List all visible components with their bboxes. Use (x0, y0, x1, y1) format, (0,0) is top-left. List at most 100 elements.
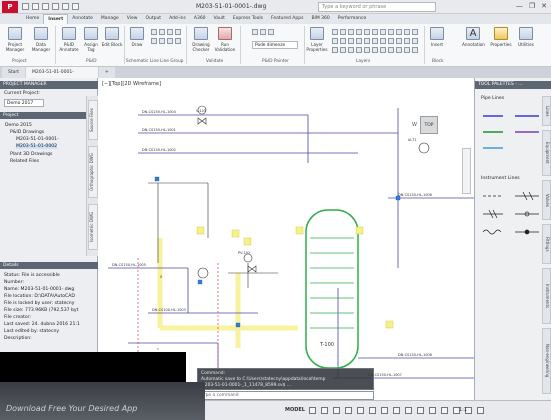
draw-line-icon (130, 27, 144, 40)
ribbon-panel: Project Manager Data Manager P&ID Annota… (0, 24, 551, 67)
redo-icon[interactable] (62, 3, 69, 10)
tree-item-related-files[interactable]: Related Files (10, 159, 39, 164)
instrument-line-tools[interactable] (479, 186, 543, 246)
tab-view[interactable]: View (123, 14, 142, 24)
model-space-button[interactable]: MODEL (285, 407, 305, 413)
plot-icon[interactable] (72, 3, 79, 10)
polar-icon[interactable] (345, 407, 352, 414)
isolate-icon[interactable] (441, 407, 448, 414)
redaction-box (0, 352, 186, 382)
assign-tag-button[interactable]: Assign Tag (80, 27, 102, 52)
command-input[interactable]: Type a command (197, 391, 374, 400)
line-group-tools (151, 29, 181, 35)
doc-tab-start[interactable]: Start (2, 67, 25, 78)
doc-tab-drawing[interactable]: M203-51-01-0001- (26, 67, 98, 78)
palette-tab-fittings[interactable]: Fittings (542, 224, 551, 264)
selection-cycling-icon[interactable] (405, 407, 412, 414)
maximize-button[interactable]: ❐ (529, 2, 535, 10)
data-manager-button[interactable]: Data Manager (30, 27, 52, 52)
workspace-icon[interactable] (429, 407, 436, 414)
tree-item-drawing-2[interactable]: M203-51-01-0002 (16, 144, 58, 149)
tree-item-pid-drawings[interactable]: P&ID Drawings (10, 130, 44, 135)
snap-icon[interactable] (321, 407, 328, 414)
viewcube-top-face[interactable]: TOP (420, 116, 438, 134)
detail-creator: File creator: (4, 315, 32, 320)
palette-tab-instruments[interactable]: Instruments (542, 268, 551, 324)
tab-featured-apps[interactable]: Featured Apps (267, 14, 307, 24)
current-project-select[interactable]: Demo 2017 (4, 99, 44, 107)
annotation-button[interactable]: A Annotation (462, 27, 485, 47)
detail-description: Description: (4, 336, 32, 341)
annotation-scale-icon[interactable] (417, 407, 424, 414)
customize-icon[interactable] (477, 407, 484, 414)
side-tab-isometric[interactable]: Isometric DWG (88, 204, 98, 250)
transparency-icon[interactable] (393, 407, 400, 414)
new-icon[interactable] (22, 3, 29, 10)
detail-number: Number: (4, 280, 24, 285)
otrack-icon[interactable] (369, 407, 376, 414)
navigation-bar[interactable] (462, 148, 471, 194)
tab-a360[interactable]: A360 (190, 14, 210, 24)
painter-tools (252, 29, 274, 35)
command-history-line-1: Command: (201, 371, 226, 376)
open-icon[interactable] (32, 3, 39, 10)
properties-icon (494, 27, 508, 40)
search-input[interactable]: Type a keyword or phrase (318, 2, 436, 12)
tree-item-drawing-1[interactable]: M203-51-01-0001- (16, 137, 59, 142)
lineweight-icon[interactable] (381, 407, 388, 414)
svg-text:S: S (160, 275, 163, 279)
utilities-button[interactable]: Utilities (515, 27, 537, 47)
watermark-banner: Download Free Your Desired App (0, 382, 205, 420)
grid-icon[interactable] (309, 407, 316, 414)
pid-annotate-button[interactable]: P&ID Annotate (58, 27, 80, 52)
tree-item-plant-3d[interactable]: Plant 3D Drawings (10, 152, 52, 157)
tab-express-tools[interactable]: Express Tools (229, 14, 267, 24)
layer-properties-icon (310, 27, 324, 40)
tab-output[interactable]: Output (141, 14, 165, 24)
properties-button[interactable]: Properties (490, 27, 512, 47)
instruments (197, 105, 430, 279)
tree-item-project[interactable]: Demo 2015 (5, 123, 32, 128)
edit-block-icon (105, 27, 119, 40)
pipe-line-tools[interactable] (479, 106, 543, 166)
save-icon[interactable] (42, 3, 49, 10)
layer-properties-button[interactable]: Layer Properties (306, 27, 328, 52)
svg-text:DN-CS150-HL-1002: DN-CS150-HL-1002 (142, 148, 176, 152)
tab-add-ins[interactable]: Add-ins (165, 14, 190, 24)
new-tab-button[interactable]: + (99, 67, 115, 78)
tool-palettes-title: TOOL PALETTES - ... (475, 81, 551, 89)
painter-dropdown[interactable]: Pode dimenze (252, 41, 298, 49)
palette-tab-equipment[interactable]: Equipment (542, 130, 551, 176)
tab-home[interactable]: Home (22, 14, 43, 24)
status-bar: MODEL 1:1 (205, 400, 551, 420)
run-validation-button[interactable]: Run Validation (214, 27, 236, 52)
tab-bim-360[interactable]: BIM 360 (307, 14, 333, 24)
side-tab-orthographic[interactable]: Orthographic DWG (88, 146, 98, 198)
tab-performance[interactable]: Performance (334, 14, 371, 24)
tab-vault[interactable]: Vault (210, 14, 229, 24)
viewcube[interactable]: W TOP (412, 112, 446, 142)
project-manager-button[interactable]: Project Manager (4, 27, 26, 52)
drawing-checker-button[interactable]: Drawing Checker (190, 27, 212, 52)
draw-button[interactable]: Draw (126, 27, 148, 47)
group-line-group-label: Line Group (160, 59, 184, 64)
edit-block-button[interactable]: Edit Block (101, 27, 123, 47)
command-history: Command: Automatic save to C:\Users\stat… (197, 368, 374, 390)
palette-tab-lines[interactable]: Lines (542, 96, 551, 126)
tab-annotate[interactable]: Annotate (68, 14, 97, 24)
insert-block-button[interactable]: Insert (426, 27, 448, 47)
tab-manage[interactable]: Manage (97, 14, 123, 24)
detail-status: Status: File is accessible (4, 273, 60, 278)
annotation-scale[interactable]: 1:1 (459, 407, 467, 413)
palette-tab-valves[interactable]: Valves (542, 180, 551, 220)
undo-icon[interactable] (52, 3, 59, 10)
minimize-button[interactable]: — (516, 2, 523, 10)
side-tab-source-files[interactable]: Source Files (88, 100, 98, 140)
ortho-icon[interactable] (333, 407, 340, 414)
osnap-icon[interactable] (357, 407, 364, 414)
application-menu-button[interactable]: P (2, 1, 18, 13)
details-header: Details (0, 262, 98, 269)
palette-tab-non-engineering[interactable]: Non-engineering (542, 328, 551, 394)
tab-insert[interactable]: Insert (43, 14, 69, 24)
close-button[interactable]: ✕ (541, 2, 547, 10)
